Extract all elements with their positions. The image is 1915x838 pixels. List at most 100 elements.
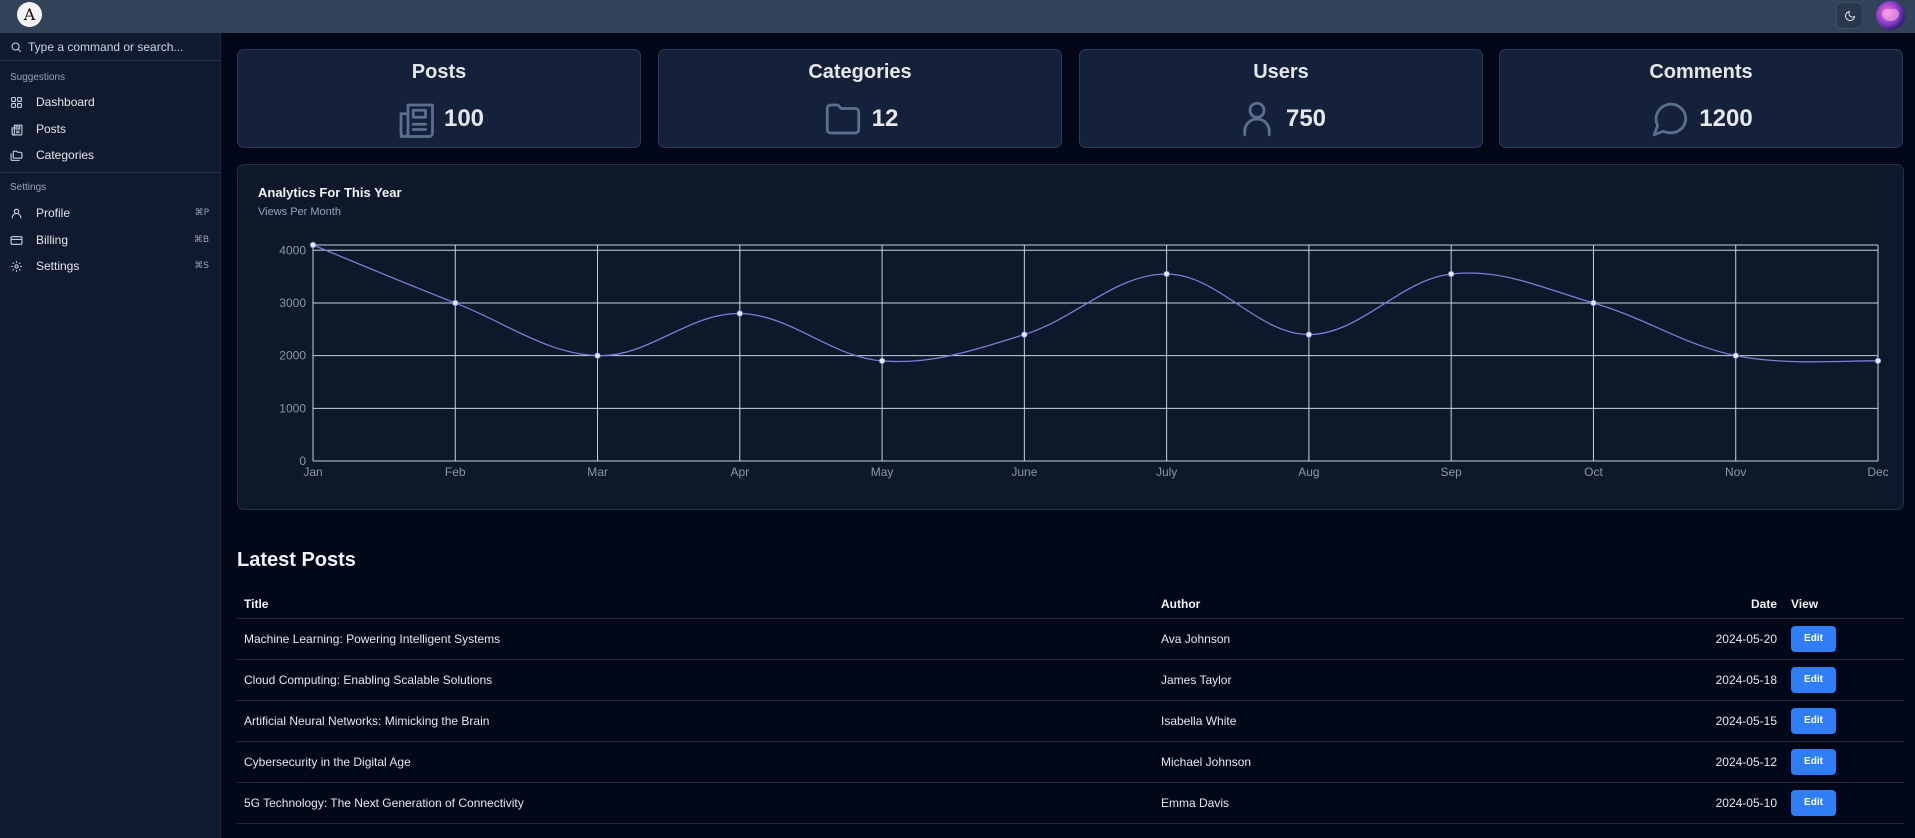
x-tick-label: Mar [587, 465, 608, 479]
y-tick-label: 3000 [279, 296, 306, 310]
suggestions-heading: Suggestions [10, 72, 66, 83]
app-logo[interactable]: A [17, 2, 42, 27]
post-date: 2024-05-15 [1534, 700, 1784, 742]
sidebar-item-posts[interactable]: Posts [0, 117, 220, 141]
data-point [1305, 331, 1313, 338]
data-point [452, 299, 459, 307]
edit-button[interactable]: Edit [1791, 789, 1836, 816]
sidebar-item-profile[interactable]: Profile ⌘P [0, 201, 220, 225]
x-tick-label: Sep [1441, 465, 1463, 479]
stat-value: 1200 [1699, 105, 1753, 132]
y-tick-label: 2000 [279, 349, 306, 363]
sidebar-divider [0, 172, 220, 173]
edit-button[interactable]: Edit [1791, 748, 1836, 775]
dashboard-icon [10, 96, 23, 109]
sidebar-item-dashboard[interactable]: Dashboard [0, 90, 220, 114]
data-point [1447, 270, 1455, 278]
theme-toggle-button[interactable] [1836, 2, 1863, 29]
user-avatar[interactable] [1876, 1, 1905, 30]
x-tick-label: June [1011, 465, 1037, 479]
stat-value: 100 [443, 105, 485, 132]
stat-title: Posts [411, 61, 467, 83]
analytics-chart-panel: Analytics For This Year Views Per Month … [237, 164, 1904, 510]
data-point [1590, 299, 1597, 307]
stat-card-users: Users 750 [1079, 49, 1483, 148]
search-icon [11, 42, 21, 52]
x-tick-label: Apr [730, 465, 749, 479]
user-icon [1243, 101, 1271, 137]
stat-card-posts: Posts 100 [237, 49, 641, 148]
x-tick-label: July [1156, 465, 1177, 479]
post-title: Cloud Computing: Enabling Scalable Solut… [237, 659, 1154, 701]
newspaper-icon [399, 103, 434, 138]
shortcut-hint: ⌘B [193, 235, 209, 245]
sidebar-item-label: Posts [36, 122, 67, 136]
stat-card-comments: Comments 1200 [1499, 49, 1903, 148]
data-point [736, 310, 744, 317]
edit-button[interactable]: Edit [1791, 666, 1836, 693]
post-date: 2024-05-18 [1534, 659, 1784, 701]
table-row: Cloud Computing: Enabling Scalable Solut… [237, 659, 1904, 701]
column-header-date: Date [1534, 590, 1784, 619]
newspaper-icon [10, 123, 23, 136]
post-title: Machine Learning: Powering Intelligent S… [237, 618, 1154, 660]
data-point [1163, 270, 1170, 278]
latest-posts-table: Title Author Date View Machine Learning:… [237, 590, 1904, 824]
table-row: 5G Technology: The Next Generation of Co… [237, 782, 1904, 824]
moon-icon [1844, 10, 1855, 21]
command-search[interactable] [0, 33, 220, 61]
sidebar-item-label: Dashboard [36, 95, 95, 109]
column-header-author: Author [1154, 590, 1534, 619]
table-row: Machine Learning: Powering Intelligent S… [237, 618, 1904, 660]
post-author: Isabella White [1154, 700, 1534, 742]
post-author: Ava Johnson [1154, 618, 1534, 660]
data-point [878, 357, 886, 365]
data-point [594, 352, 601, 359]
sidebar-item-label: Billing [36, 233, 69, 247]
table-header-row: Title Author Date View [237, 590, 1904, 619]
post-title: Artificial Neural Networks: Mimicking th… [237, 700, 1154, 742]
x-tick-label: Feb [445, 465, 466, 479]
data-point [1732, 352, 1739, 359]
credit-card-icon [10, 234, 23, 247]
y-tick-label: 1000 [279, 401, 306, 415]
stat-value: 12 [871, 105, 899, 132]
latest-posts-heading: Latest Posts [237, 549, 356, 571]
x-tick-label: Jan [303, 465, 322, 479]
post-author: Emma Davis [1154, 782, 1534, 824]
top-bar: A [0, 0, 1915, 33]
stat-value: 750 [1285, 105, 1327, 132]
x-tick-label: Nov [1725, 465, 1746, 479]
shortcut-hint: ⌘S [194, 261, 209, 271]
sidebar-item-settings[interactable]: Settings ⌘S [0, 254, 220, 278]
folders-icon [10, 149, 23, 162]
edit-button[interactable]: Edit [1791, 625, 1836, 652]
sidebar-item-categories[interactable]: Categories [0, 143, 220, 167]
x-tick-label: Oct [1584, 465, 1603, 479]
shortcut-hint: ⌘P [194, 208, 209, 218]
sidebar-item-billing[interactable]: Billing ⌘B [0, 228, 220, 252]
column-header-title: Title [237, 590, 1154, 619]
message-circle-icon [1653, 102, 1688, 137]
x-tick-label: Dec [1867, 465, 1888, 479]
sidebar: Suggestions Dashboard Posts Categories S… [0, 33, 221, 838]
edit-button[interactable]: Edit [1791, 707, 1836, 734]
post-date: 2024-05-10 [1534, 782, 1784, 824]
sidebar-item-label: Settings [36, 259, 80, 273]
post-title: 5G Technology: The Next Generation of Co… [237, 782, 1154, 824]
user-icon [10, 207, 23, 220]
folder-icon [825, 103, 860, 135]
table-row: Cybersecurity in the Digital Age Michael… [237, 741, 1904, 783]
stat-title: Comments [1649, 61, 1753, 83]
stat-card-categories: Categories 12 [658, 49, 1062, 148]
sidebar-item-label: Categories [36, 148, 95, 162]
views-line-chart: 01000200030004000Jan Feb Mar Apr May June July… [279, 241, 1889, 479]
data-point [1021, 331, 1028, 338]
search-input[interactable] [28, 39, 208, 54]
settings-heading: Settings [10, 182, 47, 193]
post-date: 2024-05-20 [1534, 618, 1784, 660]
gear-icon [10, 260, 23, 273]
y-tick-label: 4000 [279, 243, 306, 257]
table-row: Artificial Neural Networks: Mimicking th… [237, 700, 1904, 742]
post-author: Michael Johnson [1154, 741, 1534, 783]
